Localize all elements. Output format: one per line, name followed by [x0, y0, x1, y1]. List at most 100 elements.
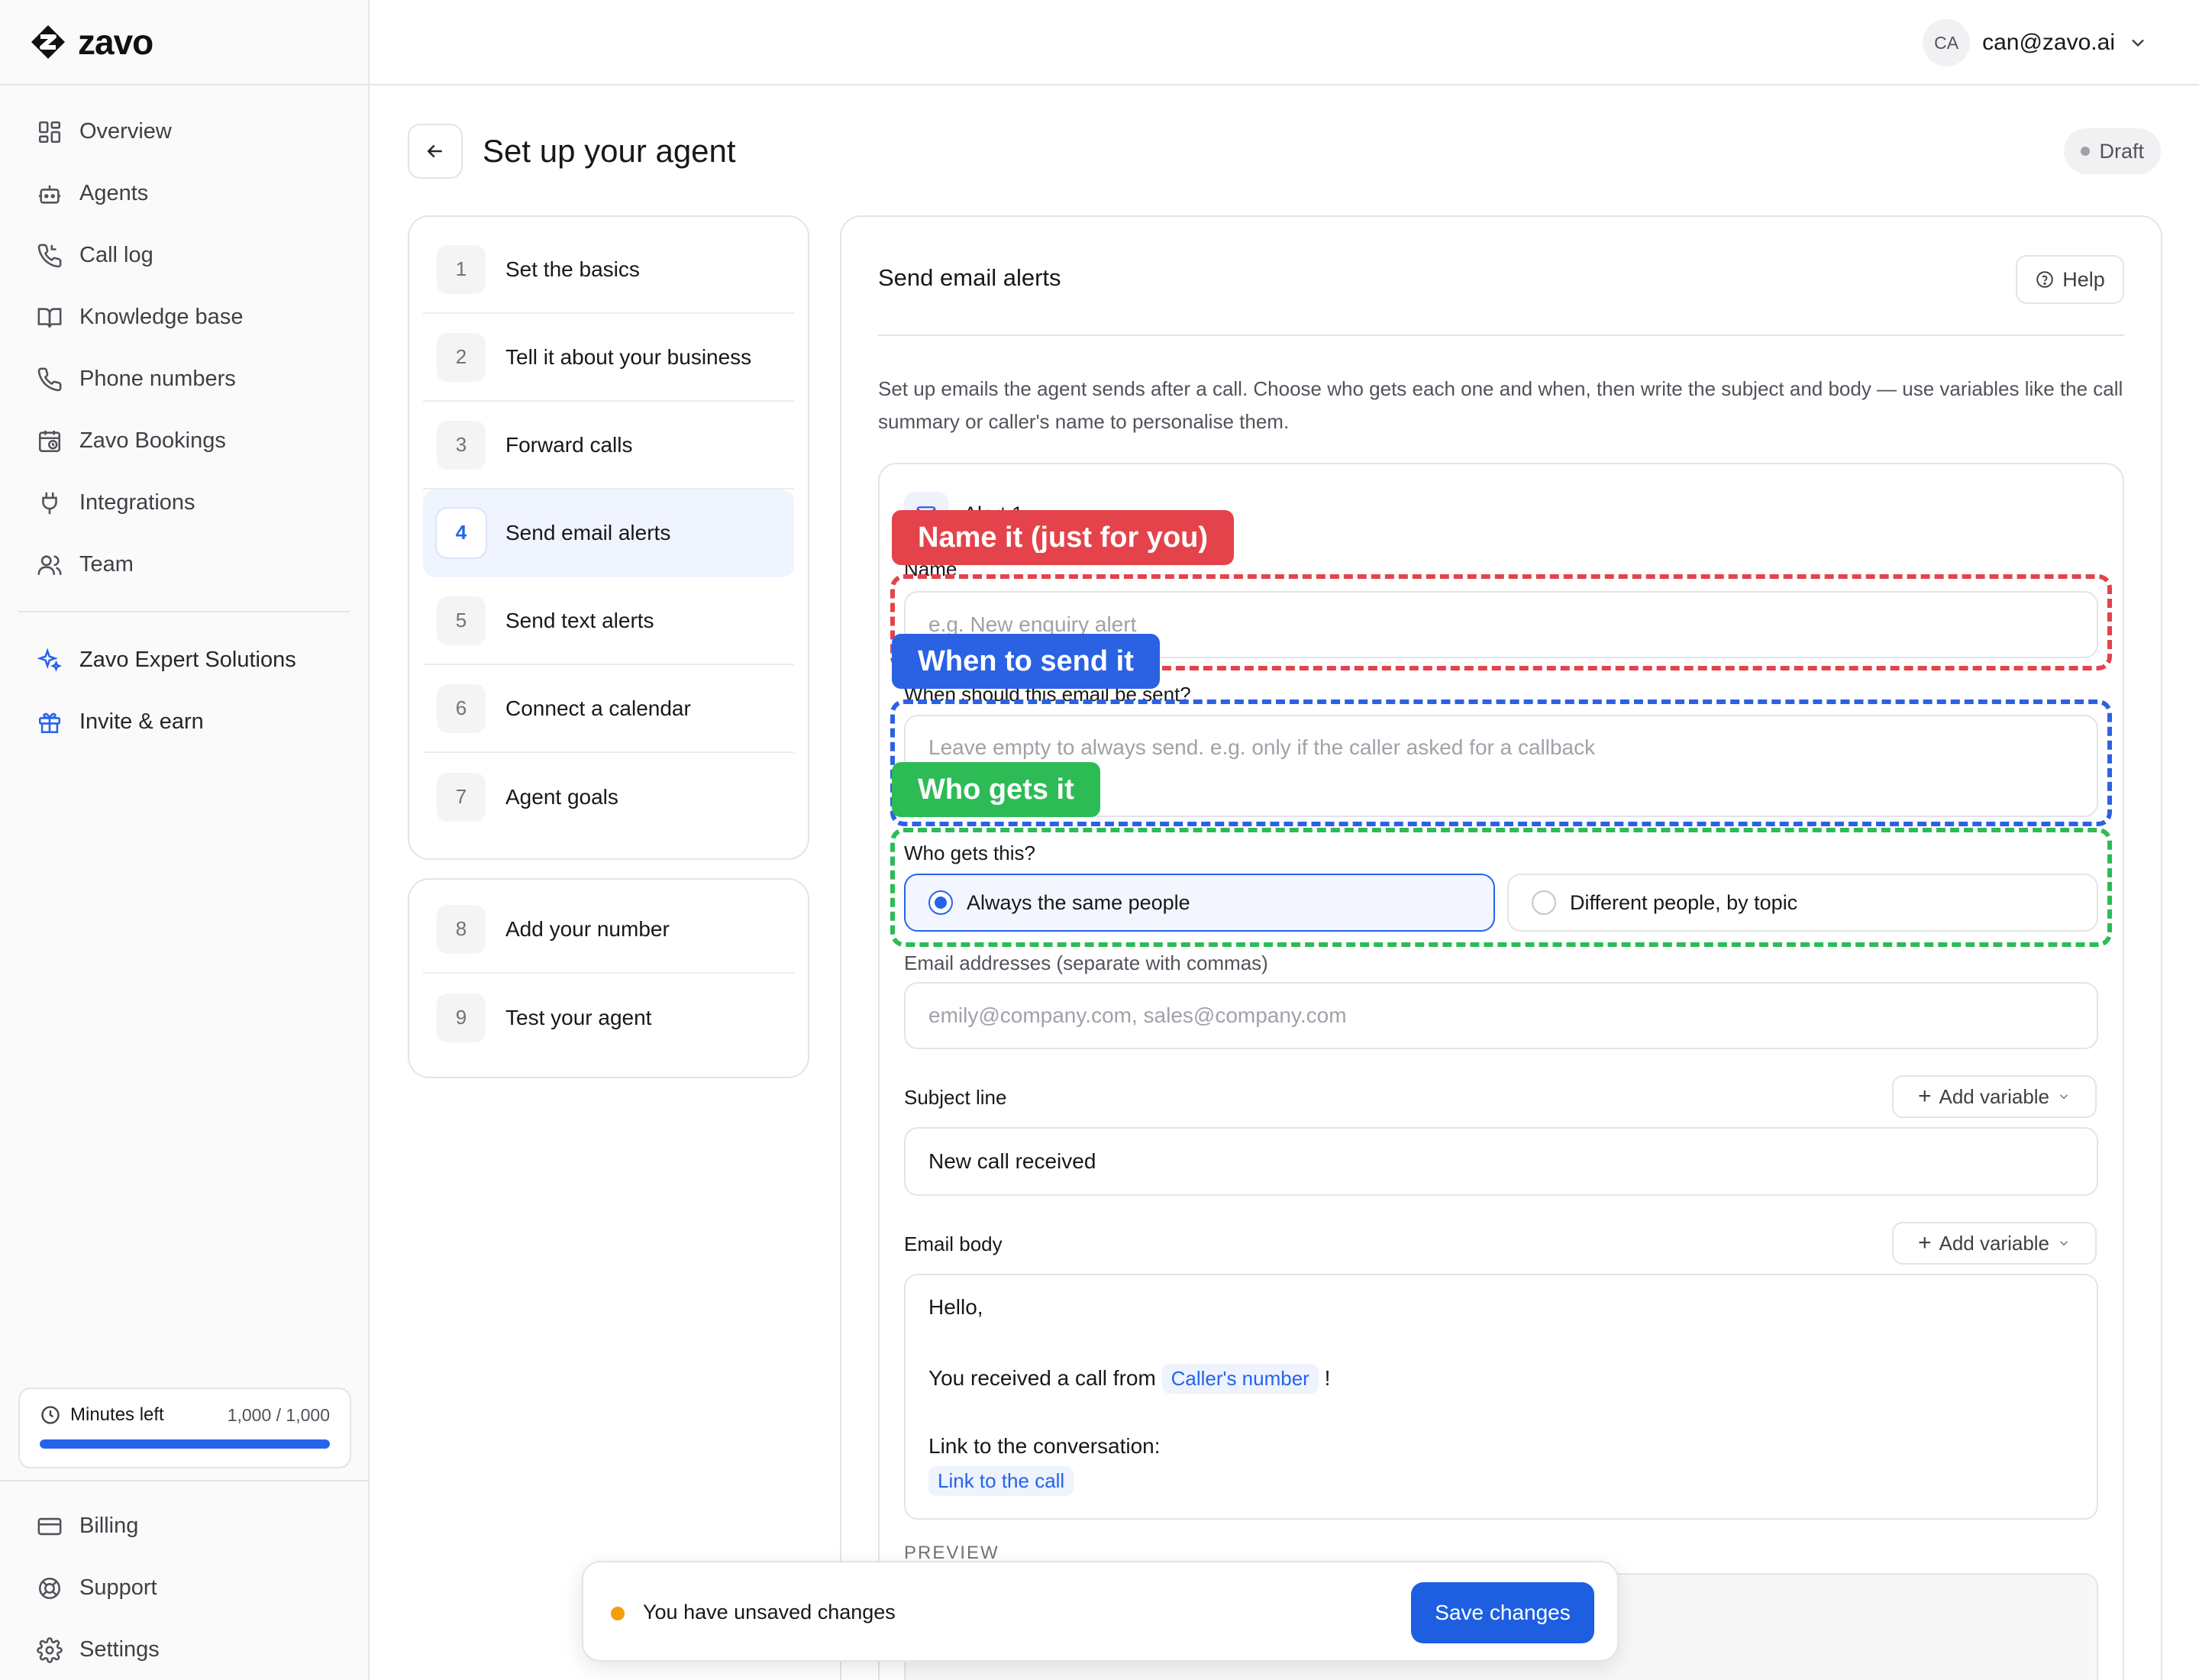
sidebar-item-label: Knowledge base [79, 305, 244, 329]
sidebar-item-billing[interactable]: Billing [0, 1495, 368, 1557]
help-icon [2036, 271, 2053, 288]
sidebar-item-label: Phone numbers [79, 367, 236, 391]
step-7[interactable]: 7 Agent goals [423, 753, 794, 841]
sidebar-item-knowledge-base[interactable]: Knowledge base [0, 286, 368, 348]
users-icon [37, 554, 62, 575]
annotation-box-who [890, 828, 2112, 947]
step-number: 2 [437, 332, 486, 382]
robot-icon [38, 185, 61, 204]
step-label: Set the basics [505, 257, 640, 281]
body-caller-end: ! [1324, 1366, 1331, 1390]
annotation-tag-when: When to send it [892, 634, 1160, 689]
sidebar-item-label: Invite & earn [79, 709, 204, 734]
steps-card-setup: 1 Set the basics 2 Tell it about your bu… [408, 215, 809, 860]
sidebar-item-call-log[interactable]: Call log [0, 225, 368, 286]
nav-divider [18, 611, 350, 612]
step-label: Add your number [505, 916, 670, 941]
lifebuoy-icon [38, 1577, 61, 1599]
brand[interactable]: zavo [0, 0, 368, 86]
sidebar-item-integrations[interactable]: Integrations [0, 472, 368, 534]
body-editor[interactable]: Hello, You received a call from Caller's… [904, 1274, 2098, 1520]
sidebar-item-phone-numbers[interactable]: Phone numbers [0, 348, 368, 410]
minutes-left-card[interactable]: Minutes left 1,000 / 1,000 [18, 1388, 351, 1468]
sidebar-item-overview[interactable]: Overview [0, 101, 368, 163]
status-label: Draft [2099, 139, 2144, 163]
sidebar-item-invite-earn[interactable]: Invite & earn [0, 691, 368, 753]
help-button[interactable]: Help [2016, 255, 2124, 304]
step-2[interactable]: 2 Tell it about your business [423, 314, 794, 402]
step-number: 5 [437, 596, 486, 645]
sidebar-item-label: Agents [79, 181, 149, 205]
step-3[interactable]: 3 Forward calls [423, 402, 794, 489]
step-number: 1 [437, 244, 486, 294]
step-label: Forward calls [505, 432, 633, 457]
sparkles-icon [37, 647, 62, 672]
minutes-progress-fill [40, 1439, 330, 1449]
body-add-variable-button[interactable]: + Add variable [1892, 1222, 2097, 1265]
step-8[interactable]: 8 Add your number [423, 886, 794, 974]
subject-input[interactable]: New call received [904, 1127, 2098, 1196]
variable-chip-caller-number[interactable]: Caller's number [1161, 1364, 1319, 1394]
subject-label: Subject line [904, 1086, 1007, 1109]
step-4[interactable]: 4 Send email alerts [423, 489, 794, 577]
zavo-logo-icon [31, 25, 65, 59]
step-number: 6 [437, 683, 486, 733]
status-badge: Draft [2064, 128, 2161, 174]
add-variable-label: Add variable [1939, 1231, 2050, 1255]
section-description: Set up emails the agent sends after a ca… [878, 377, 2123, 433]
sidebar-item-zavo-bookings[interactable]: Zavo Bookings [0, 410, 368, 472]
body-link-text: Link to the conversation: [928, 1434, 1161, 1458]
avatar: CA [1923, 19, 1971, 66]
sidebar-item-expert-solutions[interactable]: Zavo Expert Solutions [0, 629, 368, 691]
back-button[interactable] [408, 124, 463, 179]
calendar-clock-icon [38, 430, 61, 452]
variable-chip-link-to-call[interactable]: Link to the call [928, 1466, 1074, 1496]
step-9[interactable]: 9 Test your agent [423, 974, 794, 1061]
sidebar-item-support[interactable]: Support [0, 1557, 368, 1619]
chevron-down-icon [2060, 1241, 2068, 1246]
plug-icon [42, 492, 57, 514]
step-label: Test your agent [505, 1005, 652, 1029]
emails-input[interactable]: emily@company.com, sales@company.com [904, 982, 2098, 1049]
step-number: 4 [437, 508, 486, 557]
step-label: Tell it about your business [505, 344, 752, 369]
sidebar-item-label: Call log [79, 243, 153, 267]
grid-icon [38, 121, 61, 143]
step-number: 3 [437, 420, 486, 470]
sidebar-item-settings[interactable]: Settings [0, 1619, 368, 1680]
help-label: Help [2062, 267, 2105, 291]
step-label: Send email alerts [505, 520, 671, 544]
sidebar-item-label: Team [79, 552, 134, 577]
topbar: CA can@zavo.ai [370, 0, 2199, 86]
status-dot [2081, 147, 2091, 156]
sidebar-item-agents[interactable]: Agents [0, 163, 368, 225]
step-number: 7 [437, 772, 486, 822]
step-1[interactable]: 1 Set the basics [423, 226, 794, 314]
user-menu[interactable]: CA can@zavo.ai [1923, 19, 2149, 66]
sidebar-item-team[interactable]: Team [0, 534, 368, 596]
phone-log-icon [37, 244, 62, 267]
save-changes-button[interactable]: Save changes [1411, 1582, 1594, 1643]
section-title: Send email alerts [878, 264, 1061, 291]
step-5[interactable]: 5 Send text alerts [423, 577, 794, 665]
bottom-nav: Billing Support Settings [0, 1480, 368, 1680]
phone-icon [37, 367, 62, 391]
toast-message: You have unsaved changes [643, 1601, 896, 1623]
add-variable-label: Add variable [1939, 1084, 2050, 1108]
step-6[interactable]: 6 Connect a calendar [423, 665, 794, 753]
minutes-progress-bar [40, 1439, 330, 1449]
sidebar-item-label: Integrations [79, 490, 195, 515]
plus-icon: + [1917, 1230, 1932, 1255]
clock-icon [41, 1406, 60, 1424]
gift-icon [38, 712, 61, 733]
subject-add-variable-button[interactable]: + Add variable [1892, 1075, 2097, 1118]
brand-name: zavo [78, 22, 153, 62]
gear-icon [37, 1636, 63, 1663]
warning-dot [611, 1607, 625, 1620]
step-label: Send text alerts [505, 608, 654, 632]
book-icon [37, 307, 62, 328]
chevron-down-icon [2060, 1094, 2068, 1100]
step-label: Agent goals [505, 784, 618, 809]
steps-card-launch: 8 Add your number 9 Test your agent [408, 878, 809, 1078]
sidebar-item-label: Overview [79, 119, 172, 144]
